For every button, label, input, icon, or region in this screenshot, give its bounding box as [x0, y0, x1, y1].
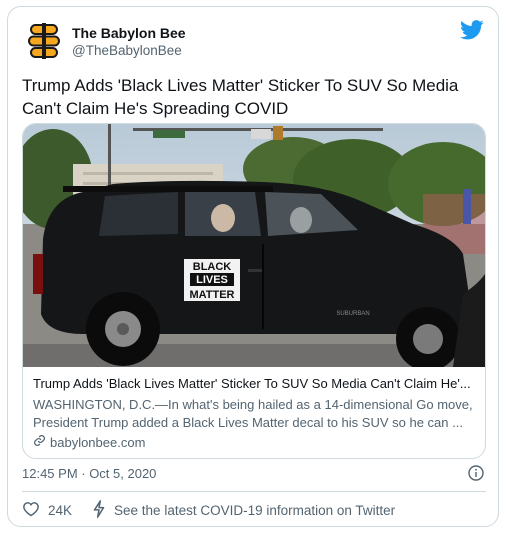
- bee-logo-icon[interactable]: [22, 19, 66, 63]
- suv-photo[interactable]: BLACK LIVES MATTER SUBURBAN: [23, 124, 485, 371]
- sticker-line1: BLACK: [193, 261, 232, 273]
- vehicle-badge: SUBURBAN: [336, 311, 369, 317]
- tweet-timestamp[interactable]: 12:45 PM · Oct 5, 2020: [22, 466, 156, 481]
- covid-info-link[interactable]: See the latest COVID-19 information on T…: [92, 499, 396, 521]
- lightning-icon: [92, 499, 106, 521]
- tweet-text: Trump Adds 'Black Lives Matter' Sticker …: [22, 76, 459, 118]
- account-handle[interactable]: @TheBabylonBee: [72, 43, 182, 58]
- like-button[interactable]: 24K: [22, 501, 72, 520]
- tweet-card: The Babylon Bee @TheBabylonBee Trump Add…: [7, 6, 499, 527]
- sticker-line3: MATTER: [189, 289, 234, 301]
- info-icon[interactable]: [468, 465, 484, 481]
- link-title[interactable]: Trump Adds 'Black Lives Matter' Sticker …: [33, 376, 479, 391]
- twitter-bird-icon[interactable]: [460, 19, 484, 41]
- link-preview-card[interactable]: BLACK LIVES MATTER SUBURBAN Trump Adds '…: [22, 123, 486, 459]
- divider: [22, 491, 486, 492]
- like-count: 24K: [48, 502, 73, 518]
- account-name[interactable]: The Babylon Bee: [72, 25, 186, 41]
- link-domain[interactable]: babylonbee.com: [33, 434, 145, 450]
- link-icon: [33, 434, 46, 450]
- heart-icon: [22, 501, 40, 520]
- sticker-line2: LIVES: [196, 274, 228, 286]
- covid-info-text: See the latest COVID-19 information on T…: [114, 502, 396, 518]
- link-domain-text: babylonbee.com: [50, 434, 146, 450]
- link-description: WASHINGTON, D.C.—In what's being hailed …: [33, 397, 473, 430]
- tweet-actions: 24K See the latest COVID-19 information …: [22, 499, 396, 521]
